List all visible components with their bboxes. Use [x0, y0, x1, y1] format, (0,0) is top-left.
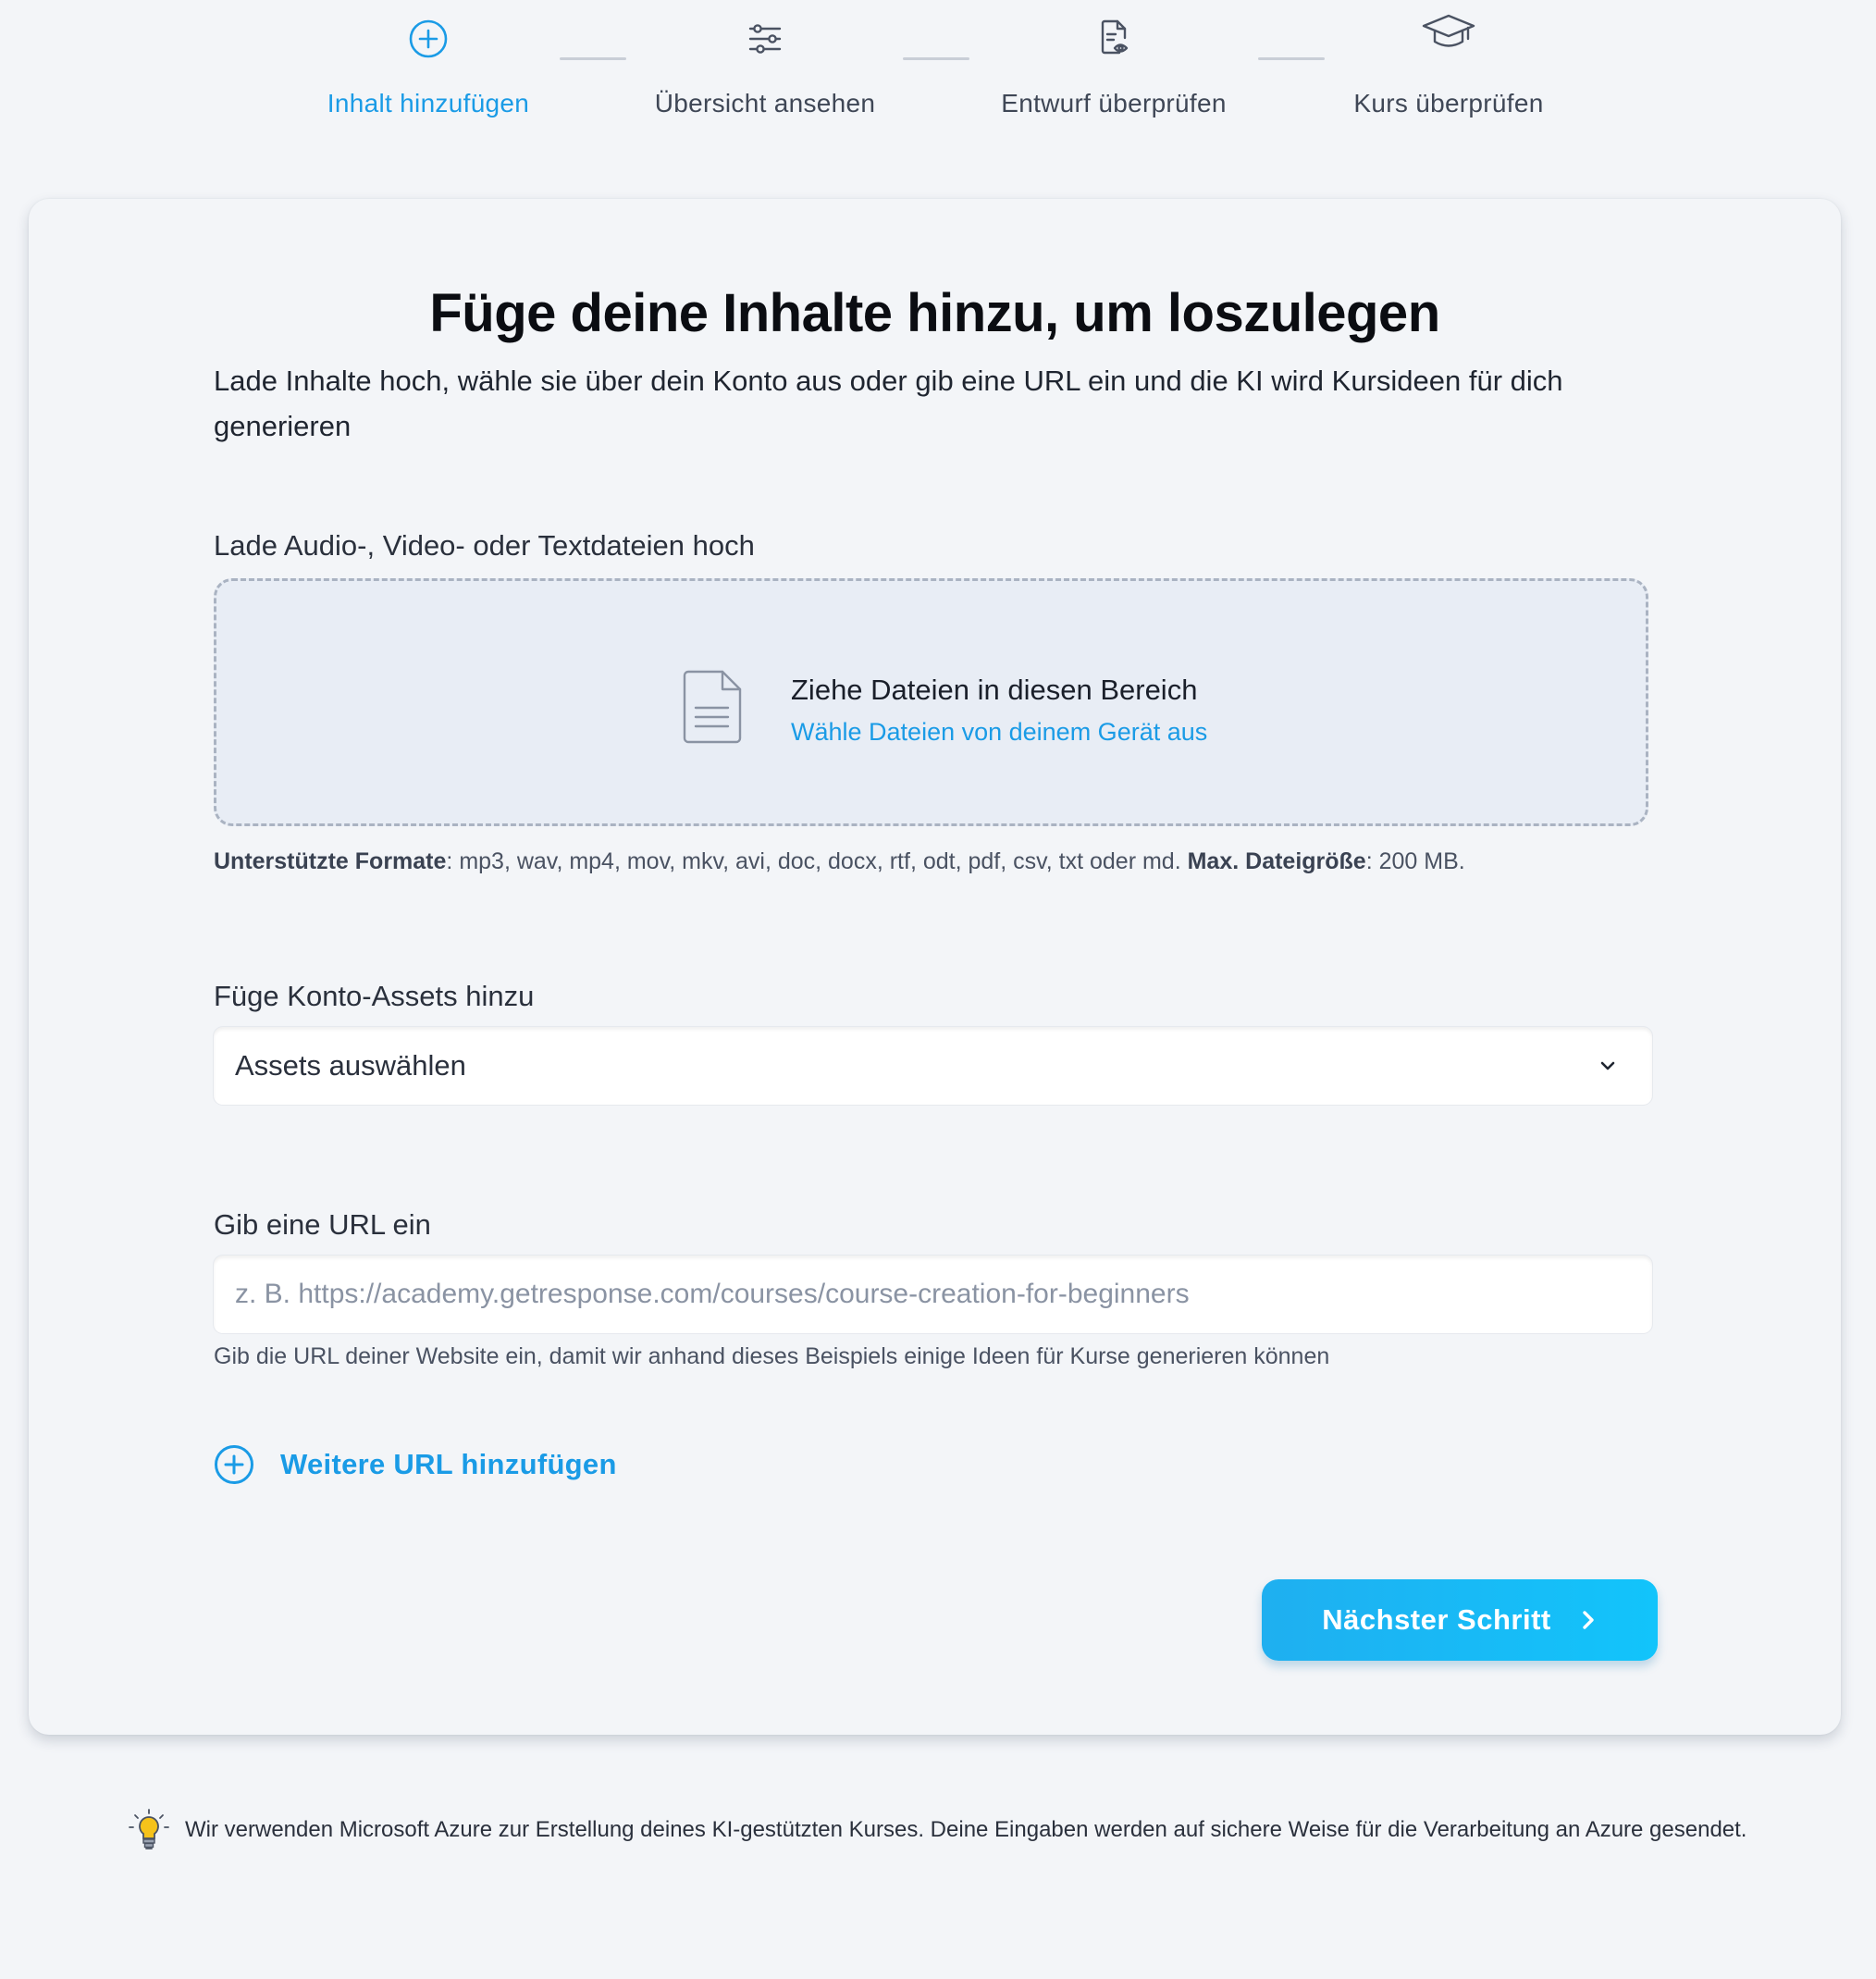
next-step-label: Nächster Schritt — [1322, 1603, 1551, 1636]
step-review-draft[interactable]: Entwurf überprüfen — [947, 9, 1280, 118]
step-add-content[interactable]: Inhalt hinzufügen — [262, 9, 595, 118]
assets-select[interactable]: Assets auswählen — [214, 1027, 1652, 1105]
step-overview[interactable]: Übersicht ansehen — [599, 9, 932, 118]
url-label: Gib eine URL ein — [214, 1208, 431, 1241]
choose-files-link[interactable]: Wähle Dateien von deinem Gerät aus — [791, 718, 1207, 747]
document-eye-icon — [1101, 19, 1129, 55]
max-size-value: : 200 MB. — [1365, 848, 1465, 874]
assets-select-value: Assets auswählen — [235, 1049, 466, 1082]
next-step-button[interactable]: Nächster Schritt — [1262, 1579, 1658, 1661]
url-input[interactable] — [214, 1255, 1652, 1333]
add-content-card: Füge deine Inhalte hinzu, um loszulegen … — [29, 199, 1841, 1735]
upload-label: Lade Audio-, Video- oder Textdateien hoc… — [214, 529, 755, 562]
file-icon — [683, 670, 742, 744]
add-url-button[interactable]: Weitere URL hinzufügen — [214, 1441, 617, 1488]
dropzone-title: Ziehe Dateien in diesen Bereich — [791, 674, 1198, 706]
chevron-right-icon — [1583, 1611, 1594, 1629]
graduation-cap-icon — [1422, 14, 1475, 47]
step-label: Inhalt hinzufügen — [327, 89, 530, 118]
url-help-text: Gib die URL deiner Website ein, damit wi… — [214, 1343, 1330, 1369]
file-dropzone[interactable]: Ziehe Dateien in diesen Bereich Wähle Da… — [214, 578, 1648, 826]
step-review-course[interactable]: Kurs überprüfen — [1282, 9, 1615, 118]
step-label: Kurs überprüfen — [1353, 89, 1544, 118]
chevron-down-icon — [1600, 1061, 1615, 1070]
assets-label: Füge Konto-Assets hinzu — [214, 980, 535, 1012]
intro-text: Lade Inhalte hoch, wähle sie über dein K… — [214, 365, 1563, 442]
step-label: Übersicht ansehen — [654, 89, 876, 118]
azure-info-note: Wir verwenden Microsoft Azure zur Erstel… — [128, 1808, 1746, 1852]
add-url-label: Weitere URL hinzufügen — [280, 1448, 617, 1480]
plus-circle-icon — [409, 19, 448, 58]
formats-value: : mp3, wav, mp4, mov, mkv, avi, doc, doc… — [446, 848, 1188, 874]
step-label: Entwurf überprüfen — [1001, 89, 1227, 118]
progress-stepper: Inhalt hinzufügen Übersicht ansehen Entw… — [0, 0, 1876, 157]
page-title: Füge deine Inhalte hinzu, um loszulegen — [429, 283, 1440, 343]
formats-label: Unterstützte Formate — [214, 848, 447, 874]
lightbulb-icon — [129, 1809, 169, 1849]
plus-circle-icon — [215, 1445, 253, 1484]
url-field — [214, 1255, 1652, 1333]
max-size-label: Max. Dateigröße — [1187, 848, 1366, 874]
azure-info-text: Wir verwenden Microsoft Azure zur Erstel… — [185, 1817, 1747, 1842]
sliders-icon — [748, 24, 782, 54]
supported-formats-text: Unterstützte Formate: mp3, wav, mp4, mov… — [214, 848, 1657, 875]
